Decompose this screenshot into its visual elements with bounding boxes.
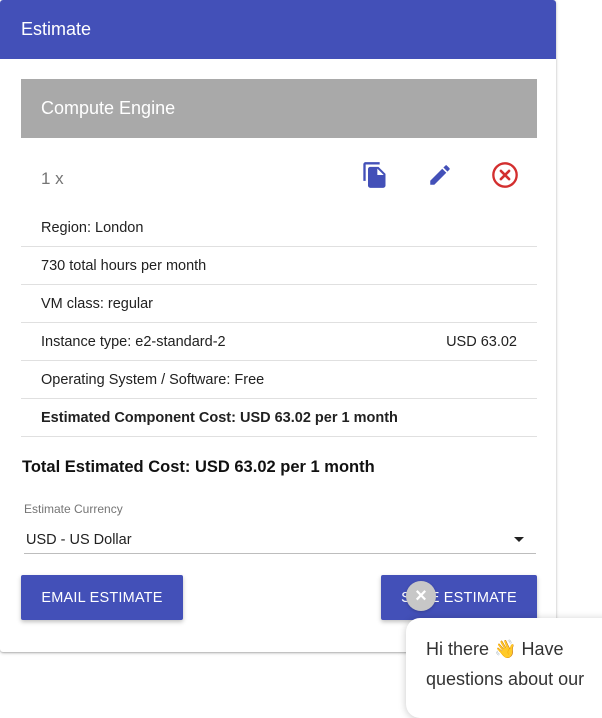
chat-line-1: Hi there 👋 Have (426, 639, 564, 659)
chat-line-2: questions about our (426, 669, 585, 689)
detail-row-os: Operating System / Software: Free (21, 361, 537, 399)
detail-label: Region: London (41, 219, 144, 236)
copy-icon[interactable] (359, 159, 391, 191)
detail-row-hours: 730 total hours per month (21, 247, 537, 285)
component-header: Compute Engine (21, 79, 537, 138)
total-estimated-cost: Total Estimated Cost: USD 63.02 per 1 mo… (22, 458, 375, 476)
estimate-title: Estimate (21, 19, 92, 39)
edit-icon[interactable] (424, 159, 456, 191)
component-actions-row: 1 x (21, 138, 537, 209)
remove-circle-icon[interactable] (489, 159, 521, 191)
detail-label: Instance type: e2-standard-2 (41, 333, 226, 350)
detail-label: 730 total hours per month (41, 257, 207, 274)
close-chat-icon[interactable]: × (406, 581, 436, 611)
estimate-header: Estimate (0, 0, 556, 59)
currency-label: Estimate Currency (24, 502, 123, 516)
detail-label: Estimated Component Cost: USD 63.02 per … (41, 409, 398, 426)
detail-row-region: Region: London (21, 209, 537, 247)
detail-label: Operating System / Software: Free (41, 371, 265, 388)
detail-label: VM class: regular (41, 295, 154, 312)
email-estimate-button[interactable]: EMAIL ESTIMATE (21, 575, 183, 620)
detail-value: USD 63.02 (446, 333, 517, 350)
component-quantity: 1 x (41, 169, 64, 188)
chat-bubble[interactable]: Hi there 👋 Have questions about our (406, 618, 602, 718)
component-details: Region: London 730 total hours per month… (21, 209, 537, 437)
email-estimate-label: EMAIL ESTIMATE (41, 589, 163, 606)
close-chat-glyph: × (415, 584, 427, 607)
save-estimate-button[interactable]: SAVE ESTIMATE (381, 575, 537, 620)
detail-row-vm-class: VM class: regular (21, 285, 537, 323)
component-title: Compute Engine (41, 98, 176, 118)
detail-row-instance-type: Instance type: e2-standard-2 USD 63.02 (21, 323, 537, 361)
detail-row-component-cost: Estimated Component Cost: USD 63.02 per … (21, 399, 537, 437)
estimate-card: Estimate Compute Engine 1 x Region: Lond… (0, 0, 556, 652)
currency-select[interactable]: USD - US Dollar (24, 526, 536, 554)
currency-value: USD - US Dollar (26, 531, 132, 548)
dropdown-arrow-icon (514, 537, 524, 542)
